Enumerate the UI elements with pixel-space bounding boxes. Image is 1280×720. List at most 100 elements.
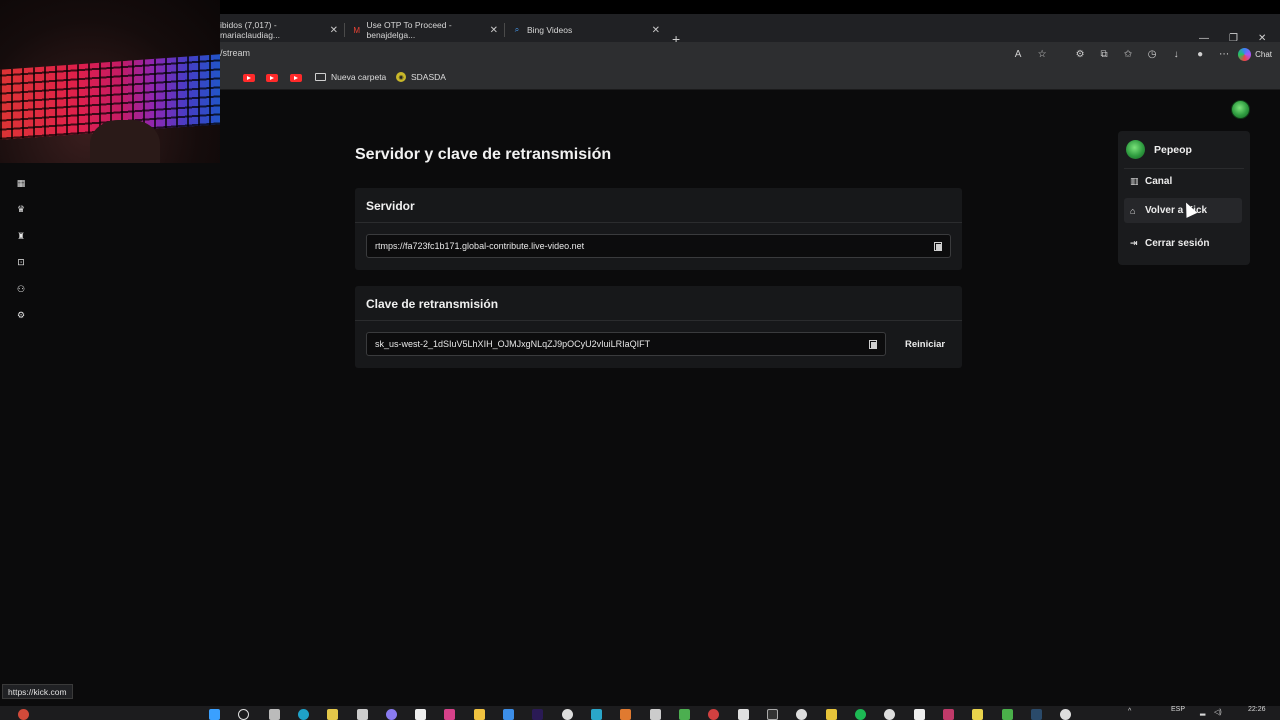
edge-icon[interactable] bbox=[298, 709, 309, 720]
webcam-overlay bbox=[0, 0, 220, 163]
extensions-icon[interactable]: ⚙ bbox=[1068, 49, 1092, 60]
tab-title: Bing Videos bbox=[527, 25, 573, 35]
dashboard-icon[interactable]: ▦ bbox=[10, 170, 32, 197]
discord-icon[interactable] bbox=[386, 709, 397, 720]
users-icon[interactable]: ⚇ bbox=[10, 276, 32, 303]
gmail-icon: M bbox=[353, 25, 361, 35]
app-icon[interactable] bbox=[562, 709, 573, 720]
history-icon[interactable]: ◷ bbox=[1140, 49, 1164, 60]
download-icon[interactable]: ↓ bbox=[1164, 49, 1188, 60]
gear-icon[interactable]: ⚙ bbox=[10, 303, 32, 330]
copilot-chat-button[interactable]: Chat bbox=[1238, 47, 1272, 61]
server-card: Servidor rtmps://fa723fc1b171.global-con… bbox=[355, 188, 962, 270]
network-icon[interactable]: ▂ bbox=[1200, 708, 1205, 716]
task-view-icon[interactable] bbox=[269, 709, 280, 720]
language-indicator[interactable]: ESP bbox=[1171, 706, 1185, 713]
screen: ibidos (7,017) - mariaclaudiag... ✕ M Us… bbox=[0, 0, 1280, 720]
clock[interactable]: 22:26 bbox=[1248, 706, 1266, 713]
stream-key-field[interactable]: sk_us-west-2_1dSIuV5LhXIH_OJMJxgNLqZJ9pO… bbox=[366, 332, 886, 356]
close-icon[interactable]: ✕ bbox=[652, 25, 660, 36]
windows-taskbar: ^ ESP ▂ ◁) 22:26 bbox=[0, 706, 1280, 720]
avatar bbox=[1126, 140, 1145, 159]
youtube-bookmark-icon[interactable] bbox=[243, 74, 255, 82]
youtube-bookmark-icon[interactable] bbox=[266, 74, 278, 82]
close-icon[interactable]: ✕ bbox=[490, 25, 498, 36]
more-menu-icon[interactable]: ⋯ bbox=[1212, 49, 1236, 60]
app-icon[interactable] bbox=[650, 709, 661, 720]
tab-otp[interactable]: M Use OTP To Proceed - benajdelga... ✕ bbox=[346, 18, 502, 42]
search-icon[interactable] bbox=[238, 709, 249, 720]
menu-user-header: Pepeop bbox=[1126, 140, 1192, 159]
split-screen-icon[interactable]: ⧉ bbox=[1092, 49, 1116, 60]
app-icon[interactable] bbox=[591, 709, 602, 720]
page-title: Servidor y clave de retransmisión bbox=[355, 146, 612, 163]
app-icon[interactable] bbox=[327, 709, 338, 720]
capture-icon[interactable]: ⊡ bbox=[10, 250, 32, 277]
instagram-icon[interactable] bbox=[444, 709, 455, 720]
app-icon[interactable] bbox=[620, 709, 631, 720]
close-icon[interactable]: ✕ bbox=[330, 25, 338, 36]
bing-search-icon: ⌕ bbox=[514, 25, 520, 34]
animate-icon[interactable] bbox=[532, 709, 543, 720]
user-avatar[interactable] bbox=[1231, 100, 1250, 119]
read-aloud-icon[interactable]: A bbox=[1006, 49, 1030, 60]
app-icon[interactable] bbox=[357, 709, 368, 720]
copilot-icon bbox=[1238, 47, 1252, 61]
store-icon[interactable] bbox=[503, 709, 514, 720]
app-icon[interactable] bbox=[826, 709, 837, 720]
weather-icon[interactable] bbox=[18, 709, 29, 720]
home-icon: ⌂ bbox=[1130, 205, 1136, 216]
app-icon[interactable] bbox=[884, 709, 895, 720]
app-icon[interactable] bbox=[679, 709, 690, 720]
spotify-icon[interactable] bbox=[855, 709, 866, 720]
favorite-star-icon[interactable]: ☆ bbox=[1030, 49, 1054, 60]
youtube-bookmark-icon[interactable] bbox=[290, 74, 302, 82]
channel-icon: ▥ bbox=[1130, 176, 1139, 186]
menu-item-logout[interactable]: ⇥ Cerrar sesión bbox=[1124, 231, 1242, 256]
volume-icon[interactable]: ◁) bbox=[1214, 708, 1222, 716]
menu-item-label: Cerrar sesión bbox=[1145, 238, 1210, 249]
url-field[interactable]: /stream bbox=[220, 48, 250, 58]
app-icon[interactable] bbox=[972, 709, 983, 720]
profile-icon[interactable]: ● bbox=[1188, 49, 1212, 60]
trophy-icon[interactable]: ♛ bbox=[10, 197, 32, 224]
start-icon[interactable] bbox=[209, 709, 220, 720]
app-icon[interactable] bbox=[738, 709, 749, 720]
copy-icon[interactable] bbox=[869, 340, 877, 349]
menu-item-channel[interactable]: ▥ Canal bbox=[1124, 169, 1242, 194]
site-icon: ◉ bbox=[396, 72, 406, 82]
hand-image bbox=[90, 120, 160, 163]
server-url-field[interactable]: rtmps://fa723fc1b171.global-contribute.l… bbox=[366, 234, 951, 258]
tray-chevron-icon[interactable]: ^ bbox=[1128, 708, 1131, 715]
bookmark-label: SDASDA bbox=[411, 72, 446, 82]
app-icon[interactable] bbox=[914, 709, 925, 720]
app-icon[interactable] bbox=[1002, 709, 1013, 720]
bookmark-label: Nueva carpeta bbox=[331, 72, 387, 82]
app-icon[interactable] bbox=[796, 709, 807, 720]
app-icon[interactable] bbox=[708, 709, 719, 720]
user-dropdown-menu: Pepeop ▥ Canal ⌂ Volver a Kick ⇥ Cerrar … bbox=[1118, 131, 1250, 265]
tab-gmail-inbox[interactable]: ibidos (7,017) - mariaclaudiag... ✕ bbox=[214, 18, 342, 42]
app-icon[interactable] bbox=[415, 709, 426, 720]
community-icon[interactable]: ♜ bbox=[10, 223, 32, 250]
stream-key-value: sk_us-west-2_1dSIuV5LhXIH_OJMJxgNLqZJ9pO… bbox=[375, 339, 651, 349]
tab-bing-videos[interactable]: ⌕ Bing Videos ✕ bbox=[506, 18, 664, 42]
bookmark-site[interactable]: ◉ SDASDA bbox=[396, 72, 446, 82]
copy-icon[interactable] bbox=[934, 242, 942, 251]
bookmark-folder[interactable]: Nueva carpeta bbox=[315, 72, 386, 82]
creator-sidebar: ▦ ♛ ♜ ⊡ ⚇ ⚙ bbox=[10, 170, 32, 329]
app-icon[interactable] bbox=[1060, 709, 1071, 720]
app-icon[interactable] bbox=[767, 709, 778, 720]
app-icon[interactable] bbox=[943, 709, 954, 720]
link-status-bar: https://kick.com bbox=[2, 684, 73, 699]
steam-icon[interactable] bbox=[1031, 709, 1042, 720]
reset-key-button[interactable]: Reiniciar bbox=[905, 339, 945, 350]
stream-key-body: sk_us-west-2_1dSIuV5LhXIH_OJMJxgNLqZJ9pO… bbox=[355, 321, 962, 367]
tab-title: Use OTP To Proceed - benajdelga... bbox=[366, 20, 452, 40]
logout-icon: ⇥ bbox=[1130, 238, 1138, 248]
stream-key-heading: Clave de retransmisión bbox=[355, 286, 962, 321]
username: Pepeop bbox=[1154, 143, 1192, 156]
favorites-icon[interactable]: ✩ bbox=[1116, 49, 1140, 60]
file-explorer-icon[interactable] bbox=[474, 709, 485, 720]
menu-item-label: Volver a Kick bbox=[1145, 205, 1208, 216]
